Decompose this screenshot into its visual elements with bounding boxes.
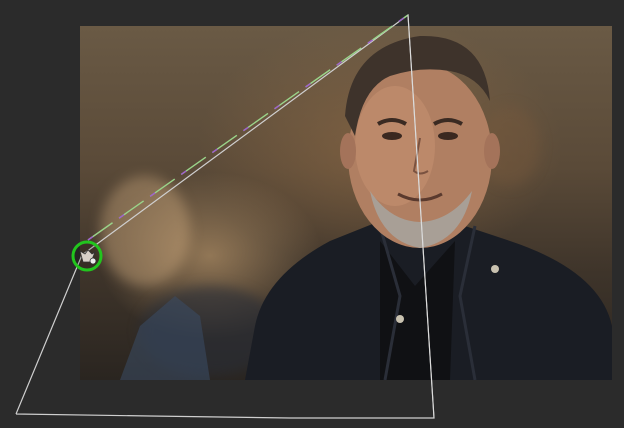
pin-icon (71, 240, 103, 272)
portrait-photo (80, 26, 612, 380)
canvas-area[interactable] (0, 0, 624, 428)
portrait-figure (120, 35, 612, 380)
warp-handle[interactable] (71, 240, 103, 272)
